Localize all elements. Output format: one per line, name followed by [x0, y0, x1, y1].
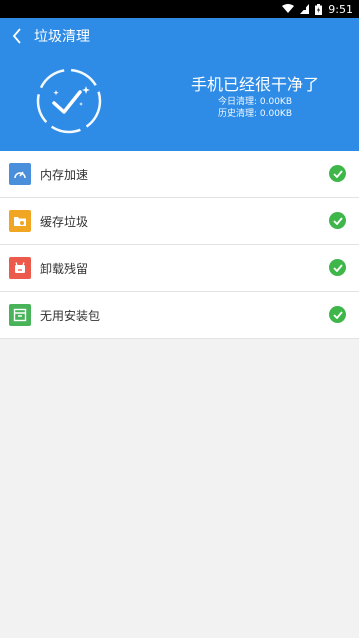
list-item-cache[interactable]: 缓存垃圾 — [0, 198, 359, 245]
signal-icon — [300, 4, 310, 14]
back-icon[interactable] — [2, 28, 32, 44]
check-icon — [329, 165, 346, 182]
status-time: 9:51 — [328, 2, 353, 16]
list-item-package[interactable]: 无用安装包 — [0, 292, 359, 339]
check-icon — [329, 259, 346, 276]
top-bar: 垃圾清理 — [0, 18, 359, 54]
list-item-label: 内存加速 — [40, 167, 89, 182]
speedometer-icon — [9, 163, 31, 185]
list-item-label: 缓存垃圾 — [40, 214, 89, 229]
status-bar: 9:51 — [0, 0, 359, 18]
list-item-uninstall[interactable]: 卸载残留 — [0, 245, 359, 292]
clean-status-icon — [34, 66, 104, 136]
package-icon — [9, 304, 31, 326]
clean-message: 手机已经很干净了 — [190, 75, 319, 94]
folder-icon — [9, 210, 31, 232]
battery-icon — [315, 3, 323, 15]
check-icon — [329, 212, 346, 229]
list-item-label: 无用安装包 — [40, 308, 101, 323]
header-panel: 垃圾清理 手机已经很干净了 今日清理: 0.00KB 历史清理: 0.00KB — [0, 18, 359, 151]
history-cleaned: 历史清理: 0.00KB — [217, 109, 292, 119]
uninstall-icon — [9, 257, 31, 279]
clean-items-list: 内存加速 缓存垃圾 卸载残留 无用安装包 — [0, 151, 359, 339]
list-item-label: 卸载残留 — [40, 261, 89, 276]
page-title: 垃圾清理 — [34, 29, 90, 45]
list-item-memory[interactable]: 内存加速 — [0, 151, 359, 198]
clean-summary: 手机已经很干净了 今日清理: 0.00KB 历史清理: 0.00KB — [150, 74, 359, 120]
check-icon — [329, 306, 346, 323]
today-cleaned: 今日清理: 0.00KB — [217, 97, 292, 107]
wifi-icon — [282, 4, 295, 14]
